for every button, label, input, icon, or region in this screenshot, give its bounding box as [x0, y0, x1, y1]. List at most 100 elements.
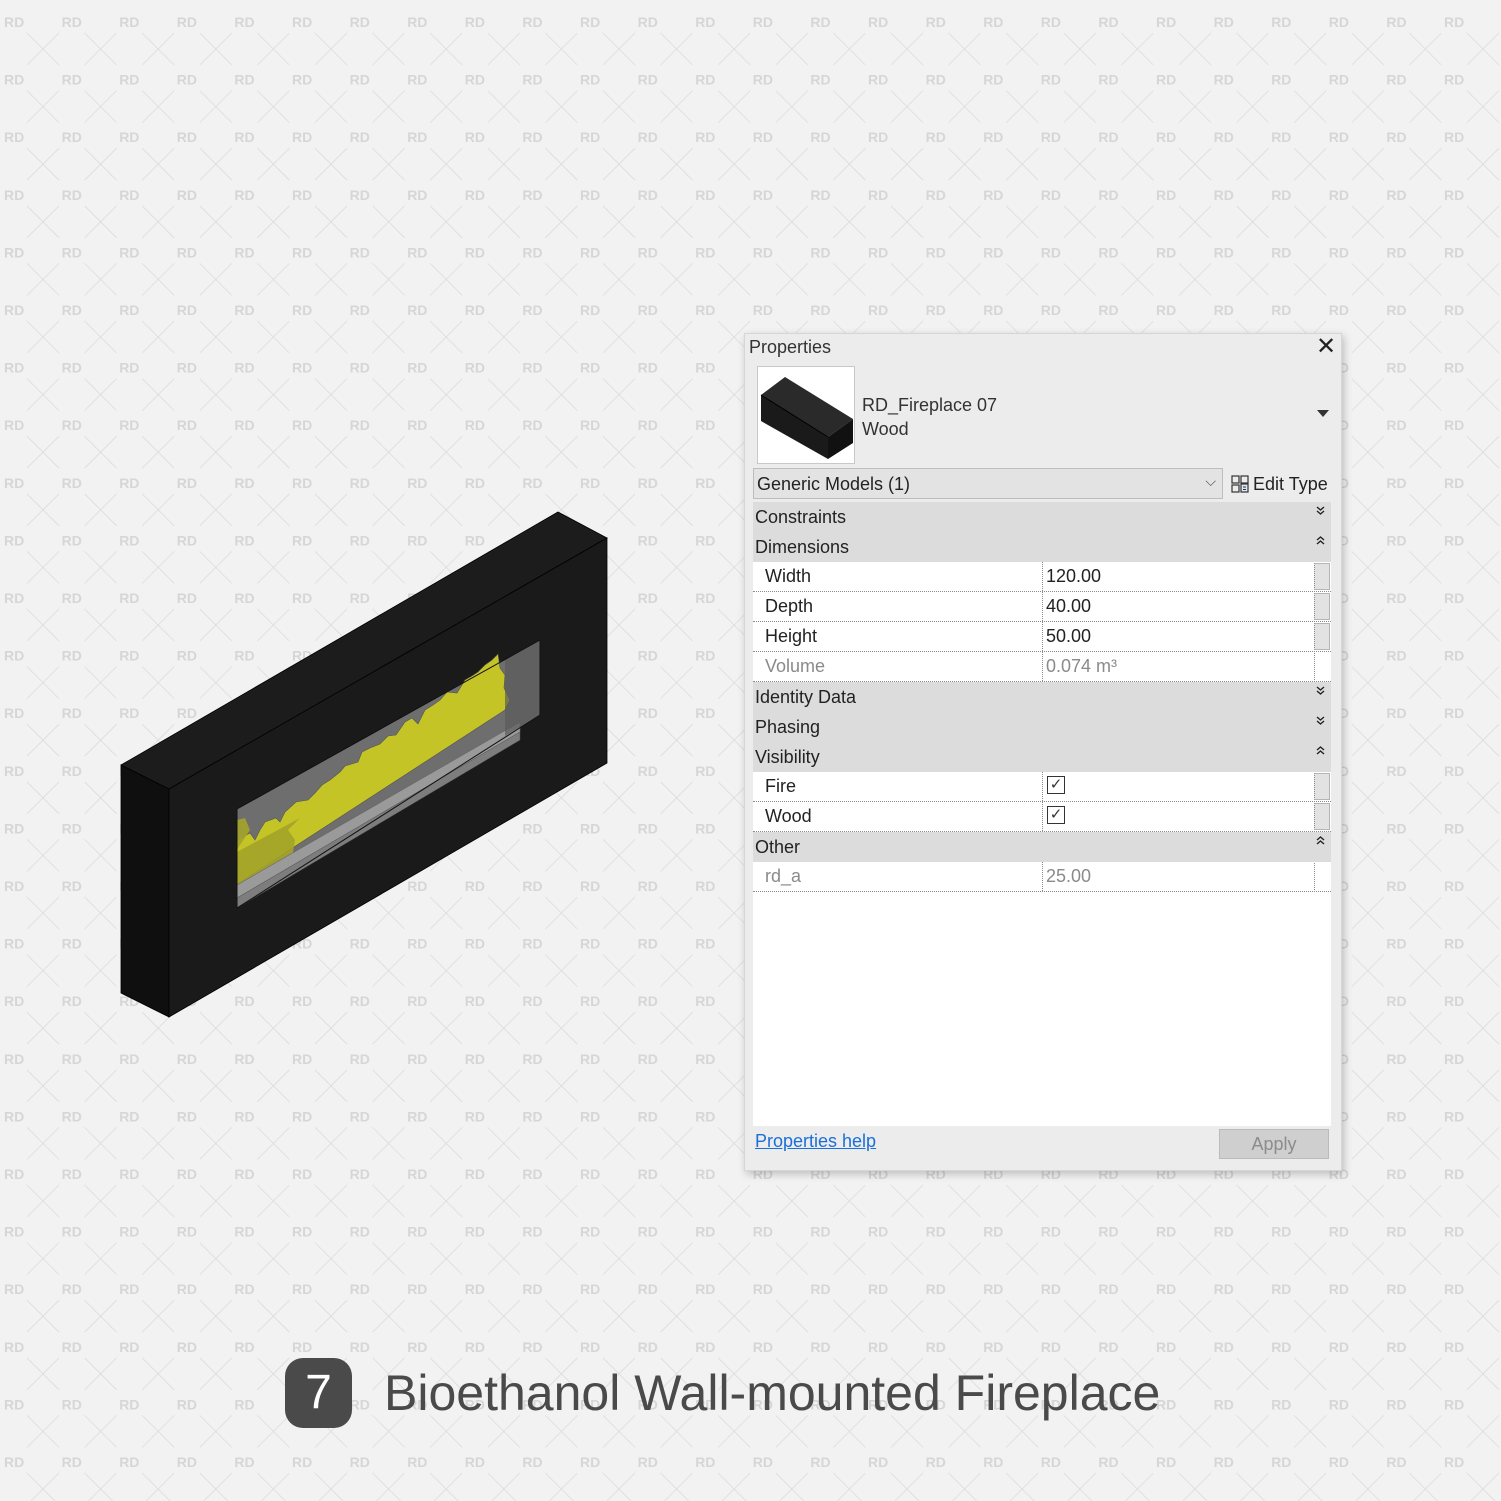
watermark-cross [1409, 90, 1442, 123]
watermark-text: RD [638, 590, 658, 606]
watermark-cross [26, 147, 60, 181]
watermark-cross [833, 1184, 866, 1218]
watermark-cross [314, 147, 348, 181]
height-value-field[interactable]: 50.00 [1042, 622, 1312, 651]
expand-icon[interactable] [1316, 505, 1325, 519]
watermark-cross [1236, 147, 1269, 181]
caret-down-icon[interactable] [1317, 410, 1329, 417]
watermark-cross [1236, 1242, 1269, 1275]
watermark-cross [660, 839, 693, 872]
watermark-text: RD [234, 1339, 254, 1355]
watermark-text: RD [638, 187, 658, 203]
close-icon[interactable]: ✕ [1313, 334, 1339, 360]
watermark-cross [26, 378, 60, 411]
watermark-cross [487, 1299, 521, 1333]
watermark-text: RD [177, 1108, 197, 1124]
watermark-cross [314, 378, 348, 411]
watermark-text: RD [695, 129, 715, 145]
watermark-cross [1351, 608, 1385, 642]
watermark-cross [487, 1184, 521, 1218]
property-row-height: Height 50.00 [753, 622, 1331, 652]
watermark-cross [1351, 263, 1385, 296]
watermark-cross [257, 1184, 290, 1218]
expand-icon[interactable] [1316, 685, 1325, 699]
watermark-text: RD [4, 72, 24, 88]
watermark-cross [1409, 1415, 1442, 1448]
watermark-cross [1351, 435, 1385, 469]
collapse-icon[interactable] [1316, 835, 1325, 849]
watermark-text: RD [868, 244, 888, 260]
collapse-icon[interactable] [1316, 745, 1325, 759]
associate-parameter-button[interactable] [1314, 593, 1330, 620]
watermark-text: RD [1386, 302, 1406, 318]
watermark-text: RD [62, 820, 82, 836]
watermark-cross [487, 205, 521, 239]
collapse-icon[interactable] [1316, 535, 1325, 549]
associate-parameter-button[interactable] [1314, 563, 1330, 590]
edit-type-button[interactable]: Edit Type [1231, 470, 1328, 498]
associate-parameter-button[interactable] [1314, 773, 1330, 800]
watermark-cross [84, 435, 117, 469]
watermark-cross [199, 435, 233, 469]
watermark-text: RD [119, 1166, 139, 1182]
watermark-text: RD [292, 1339, 312, 1355]
watermark-cross [1351, 954, 1385, 987]
watermark-cross [1351, 1011, 1385, 1045]
fire-checkbox[interactable]: ✓ [1047, 776, 1065, 794]
section-phasing[interactable]: Phasing [753, 712, 1331, 742]
associate-parameter-button[interactable] [1314, 623, 1330, 650]
watermark-cross [602, 435, 636, 469]
watermark-cross [1293, 263, 1327, 296]
wood-checkbox[interactable]: ✓ [1047, 806, 1065, 824]
watermark-cross [545, 320, 578, 354]
section-other[interactable]: Other [753, 832, 1331, 862]
category-filter-dropdown[interactable]: Generic Models (1) ⌵ [753, 468, 1223, 499]
associate-parameter-button[interactable] [1314, 803, 1330, 830]
watermark-cross [717, 1242, 751, 1275]
watermark-text: RD [1329, 244, 1349, 260]
watermark-text: RD [234, 302, 254, 318]
watermark-cross [199, 320, 233, 354]
watermark-cross [491, 1472, 521, 1501]
watermark-cross [26, 32, 60, 66]
watermark-text: RD [638, 475, 658, 491]
watermark-cross [1466, 435, 1500, 469]
watermark-text: RD [1271, 302, 1291, 318]
watermark-cross [545, 90, 578, 123]
watermark-cross [1063, 90, 1097, 123]
watermark-text: RD [1444, 590, 1464, 606]
width-value-field[interactable]: 120.00 [1042, 562, 1312, 591]
caption-title: Bioethanol Wall-mounted Fireplace [384, 1365, 1161, 1421]
watermark-cross [314, 32, 348, 66]
watermark-cross [429, 1472, 459, 1501]
section-constraints[interactable]: Constraints [753, 502, 1331, 532]
watermark-cross [1409, 493, 1442, 527]
depth-value-field[interactable]: 40.00 [1042, 592, 1312, 621]
watermark-text: RD [638, 1454, 658, 1470]
watermark-text: RD [62, 705, 82, 721]
properties-help-link[interactable]: Properties help [755, 1131, 876, 1152]
property-row-volume: Volume 0.074 m³ [753, 652, 1331, 682]
watermark-cross [602, 435, 636, 469]
watermark-text: RD [580, 302, 600, 318]
section-dimensions[interactable]: Dimensions [753, 532, 1331, 562]
watermark-cross [84, 1127, 117, 1160]
watermark-text: RD [1156, 1454, 1176, 1470]
property-name: Wood [765, 806, 812, 826]
watermark-text: RD [983, 187, 1003, 203]
watermark-cross [84, 320, 117, 354]
watermark-cross [890, 147, 924, 181]
watermark-cross [314, 1184, 348, 1218]
expand-icon[interactable] [1316, 715, 1325, 729]
section-visibility[interactable]: Visibility [753, 742, 1331, 772]
watermark-text: RD [292, 244, 312, 260]
type-selector[interactable]: RD_Fireplace 07 Wood [753, 362, 1333, 466]
watermark-cross [1351, 1299, 1385, 1333]
watermark-cross [314, 147, 348, 181]
section-identity-data[interactable]: Identity Data [753, 682, 1331, 712]
apply-button[interactable]: Apply [1219, 1129, 1329, 1159]
watermark-cross [429, 1299, 463, 1333]
watermark-text: RD [119, 129, 139, 145]
watermark-cross [1351, 378, 1385, 411]
watermark-cross [26, 666, 60, 699]
